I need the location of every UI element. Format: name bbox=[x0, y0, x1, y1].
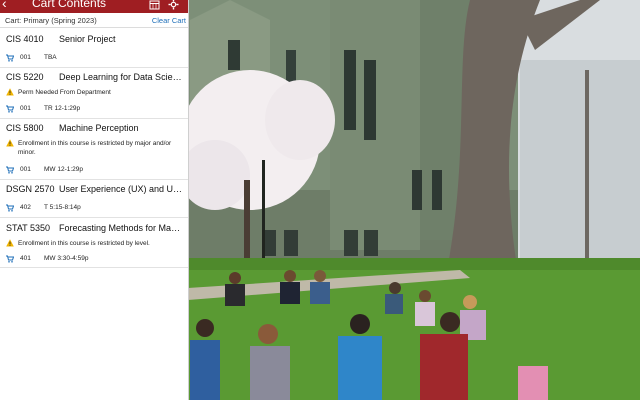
course-name: Forecasting Methods for Man... bbox=[59, 223, 183, 233]
cart-icon bbox=[6, 255, 15, 263]
cart-term-label: Cart: Primary (Spring 2023) bbox=[5, 16, 97, 25]
section-number: 401 bbox=[20, 255, 31, 262]
course-name: Machine Perception bbox=[59, 123, 139, 133]
course-code: DSGN 2570 bbox=[6, 184, 55, 194]
calendar-icon[interactable] bbox=[149, 0, 161, 11]
warning-text: Perm Needed From Department bbox=[18, 89, 111, 96]
warning-text: Enrollment in this course is restricted … bbox=[18, 240, 150, 247]
course-item[interactable]: CIS 5220 Deep Learning for Data Science … bbox=[0, 68, 188, 119]
section-time: TR 12-1:29p bbox=[44, 105, 81, 112]
warning-icon bbox=[6, 88, 14, 96]
cart-icon bbox=[6, 54, 15, 62]
enrollment-warning: Enrollment in this course is restricted … bbox=[6, 139, 178, 157]
settings-icon[interactable] bbox=[168, 0, 180, 11]
section-time: MW 12-1:29p bbox=[44, 166, 84, 173]
course-item[interactable]: CIS 5800 Machine Perception Enrollment i… bbox=[0, 119, 188, 180]
enrollment-warning: Enrollment in this course is restricted … bbox=[6, 239, 178, 248]
cart-icon bbox=[6, 204, 15, 212]
warning-text: Enrollment in this course is restricted … bbox=[18, 140, 172, 156]
cart-icon bbox=[6, 105, 15, 113]
cart-header: ‹ Cart Contents bbox=[0, 0, 188, 13]
course-code: STAT 5350 bbox=[6, 223, 51, 233]
section-time: MW 3:30-4:59p bbox=[44, 255, 89, 262]
course-code: CIS 5800 bbox=[6, 123, 44, 133]
section-number: 001 bbox=[20, 105, 31, 112]
cart-icon bbox=[6, 166, 15, 174]
section-number: 001 bbox=[20, 166, 31, 173]
back-button[interactable]: ‹ bbox=[2, 0, 7, 10]
course-name: Deep Learning for Data Science bbox=[59, 72, 183, 82]
section-number: 001 bbox=[20, 54, 31, 61]
cart-panel: ‹ Cart Contents Cart: Primary (Spring 20… bbox=[0, 0, 189, 400]
enrollment-warning: Perm Needed From Department bbox=[6, 88, 178, 97]
course-code: CIS 4010 bbox=[6, 34, 44, 44]
course-item[interactable]: STAT 5350 Forecasting Methods for Man...… bbox=[0, 218, 188, 268]
section-time: TBA bbox=[44, 54, 57, 61]
course-code: CIS 5220 bbox=[6, 72, 44, 82]
warning-icon bbox=[6, 139, 14, 147]
clear-cart-link[interactable]: Clear Cart bbox=[152, 16, 186, 25]
cart-title: Cart Contents bbox=[32, 0, 107, 10]
course-item[interactable]: DSGN 2570 User Experience (UX) and Us...… bbox=[0, 180, 188, 218]
section-time: T 5:15-8:14p bbox=[44, 204, 81, 211]
course-item[interactable]: CIS 4010 Senior Project 001 TBA bbox=[0, 29, 188, 68]
course-name: Senior Project bbox=[59, 34, 116, 44]
course-name: User Experience (UX) and Us... bbox=[59, 184, 183, 194]
section-number: 402 bbox=[20, 204, 31, 211]
warning-icon bbox=[6, 239, 14, 247]
cart-bar: Cart: Primary (Spring 2023) Clear Cart bbox=[0, 13, 188, 28]
